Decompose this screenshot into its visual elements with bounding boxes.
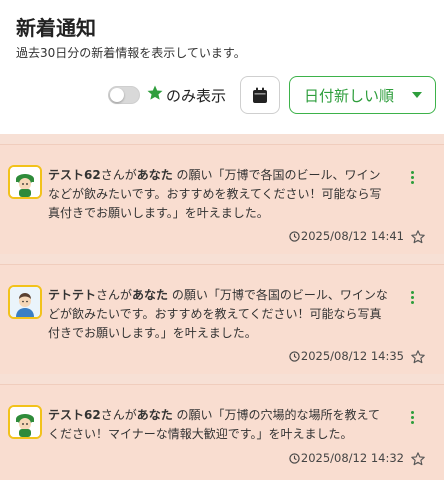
caret-down-icon: [412, 92, 422, 98]
star-filled-icon: [147, 85, 163, 100]
clock-icon: [289, 351, 300, 362]
page-subtitle: 過去30日分の新着情報を表示しています。: [16, 46, 246, 60]
sort-selected-label: 日付新しい順: [304, 87, 395, 105]
more-options-icon[interactable]: [408, 291, 416, 307]
notification-message: テトテトさんがあなた の願い「万博で各国のビール、ワインなどが飲みたいです。おす…: [48, 286, 388, 343]
connector-text: さんが: [96, 288, 133, 302]
toggle-knob: [110, 88, 124, 102]
sender-name: テスト62: [48, 168, 101, 182]
timestamp-text: 2025/08/12 14:32: [300, 451, 404, 465]
connector-text: さんが: [100, 408, 137, 422]
favorites-only-toggle[interactable]: [108, 86, 140, 104]
avatar: [8, 285, 42, 319]
sort-dropdown[interactable]: 日付新しい順: [289, 76, 436, 114]
green-cap-character-icon: [10, 407, 40, 437]
star-outline-icon[interactable]: [410, 349, 426, 365]
clock-icon: [289, 453, 300, 464]
clock-icon: [289, 231, 300, 242]
page-title: 新着通知: [16, 16, 96, 40]
green-cap-character-icon: [10, 167, 40, 197]
timestamp-text: 2025/08/12 14:35: [300, 349, 404, 363]
target-name: あなた: [136, 168, 173, 182]
timestamp: 2025/08/12 14:41: [289, 229, 404, 243]
notification-message: テスト62さんがあなた の願い「万博の穴場的な場所を教えてください！マイナーな情…: [48, 406, 388, 444]
notification-card[interactable]: テスト62さんがあなた の願い「万博の穴場的な場所を教えてください！マイナーな情…: [0, 384, 444, 480]
notification-message: テスト62さんがあなた の願い「万博で各国のビール、ワインなどが飲みたいです。お…: [48, 166, 388, 223]
man-portrait-icon: [10, 287, 40, 317]
more-options-icon[interactable]: [408, 171, 416, 187]
notification-card[interactable]: テトテトさんがあなた の願い「万博で各国のビール、ワインなどが飲みたいです。おす…: [0, 264, 444, 374]
sender-name: テトテト: [48, 288, 97, 302]
notification-card[interactable]: テスト62さんがあなた の願い「万博で各国のビール、ワインなどが飲みたいです。お…: [0, 144, 444, 254]
notification-list: テスト62さんがあなた の願い「万博で各国のビール、ワインなどが飲みたいです。お…: [0, 134, 444, 480]
star-outline-icon[interactable]: [410, 229, 426, 245]
timestamp-text: 2025/08/12 14:41: [300, 229, 404, 243]
timestamp: 2025/08/12 14:32: [289, 451, 404, 465]
avatar: [8, 165, 42, 199]
target-name: あなた: [132, 288, 169, 302]
avatar: [8, 405, 42, 439]
calendar-button[interactable]: [240, 76, 280, 114]
connector-text: さんが: [100, 168, 137, 182]
star-outline-icon[interactable]: [410, 451, 426, 467]
sender-name: テスト62: [48, 408, 101, 422]
target-name: あなた: [136, 408, 173, 422]
page-header: 新着通知 過去30日分の新着情報を表示しています。 のみ表示 日付新しい順: [0, 0, 444, 134]
favorites-only-label: のみ表示: [166, 87, 227, 105]
calendar-icon: [253, 87, 267, 103]
timestamp: 2025/08/12 14:35: [289, 349, 404, 363]
more-options-icon[interactable]: [408, 411, 416, 427]
